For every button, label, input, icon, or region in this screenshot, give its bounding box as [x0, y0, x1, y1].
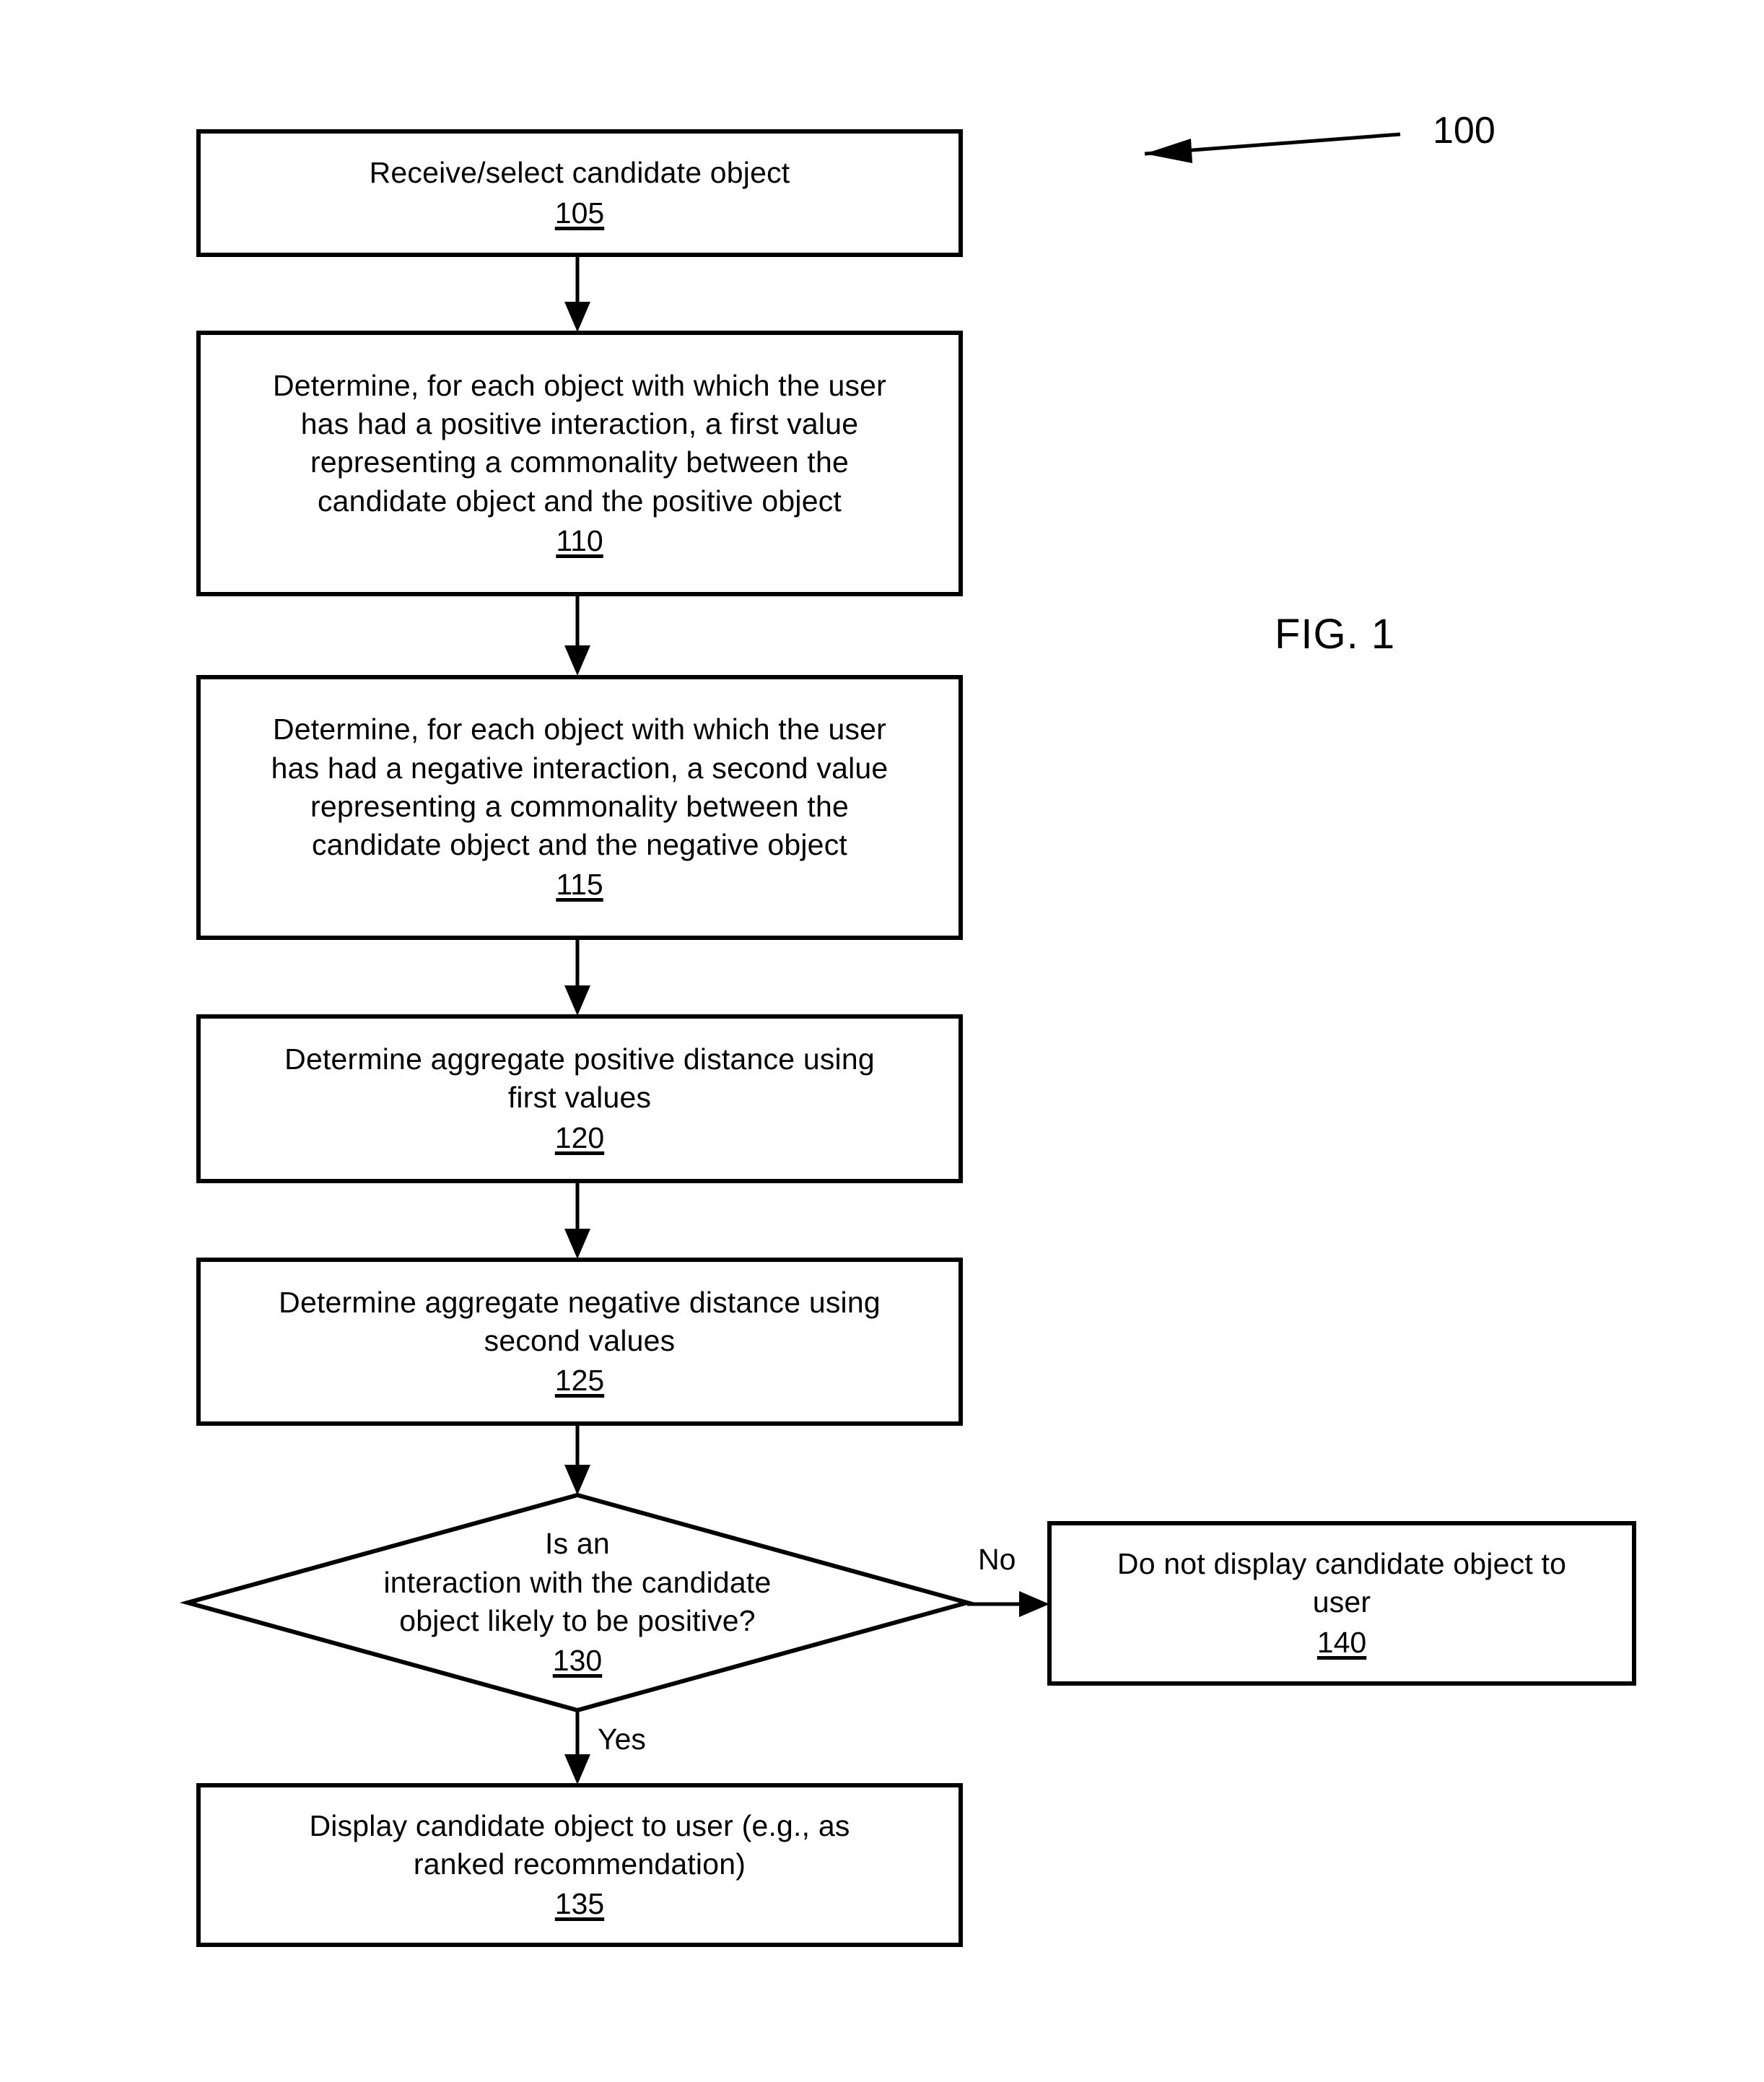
- flow-node-140[interactable]: Do not display candidate object to user …: [1047, 1521, 1636, 1686]
- connector-130-to-135: [564, 1711, 590, 1785]
- flow-node-125[interactable]: Determine aggregate negative distance us…: [196, 1258, 963, 1426]
- edge-label-no: No: [978, 1543, 1016, 1576]
- flow-node-115-text: Determine, for each object with which th…: [271, 713, 888, 862]
- flow-node-105[interactable]: Receive/select candidate object 105: [196, 129, 963, 257]
- flow-node-135[interactable]: Display candidate object to user (e.g., …: [196, 1783, 963, 1947]
- decision-diamond-shape: [179, 1492, 976, 1713]
- flow-node-125-text: Determine aggregate negative distance us…: [279, 1285, 881, 1357]
- flow-node-135-text: Display candidate object to user (e.g., …: [309, 1808, 850, 1881]
- flow-node-125-ref: 125: [554, 1364, 605, 1398]
- reference-numeral-100: 100: [1433, 110, 1496, 152]
- flow-node-120-text: Determine aggregate positive distance us…: [284, 1042, 875, 1115]
- flow-node-105-text: Receive/select candidate object: [369, 156, 790, 190]
- flow-node-120[interactable]: Determine aggregate positive distance us…: [196, 1014, 963, 1183]
- connector-130-to-140: [967, 1591, 1049, 1617]
- connector-120-to-125: [564, 1183, 590, 1259]
- flow-node-120-ref: 120: [554, 1120, 605, 1154]
- flow-node-130[interactable]: Is an interaction with the candidate obj…: [179, 1492, 976, 1713]
- flow-node-115-ref: 115: [556, 868, 603, 902]
- flow-node-110-text: Determine, for each object with which th…: [272, 368, 887, 518]
- connector-125-to-130: [564, 1426, 590, 1495]
- flow-node-110[interactable]: Determine, for each object with which th…: [196, 331, 963, 596]
- flow-node-115[interactable]: Determine, for each object with which th…: [196, 675, 963, 940]
- flow-node-135-ref: 135: [554, 1887, 605, 1921]
- figure-label: FIG. 1: [1275, 611, 1396, 658]
- connector-115-to-120: [564, 940, 590, 1016]
- figure-canvas: 100 FIG. 1 Receive/select candidate obje…: [0, 0, 1764, 2082]
- reference-leader-arrow: [1144, 132, 1401, 163]
- connector-105-to-110: [564, 257, 590, 332]
- flow-node-110-ref: 110: [556, 523, 603, 557]
- edge-label-yes: Yes: [598, 1722, 646, 1756]
- connector-110-to-115: [564, 596, 590, 676]
- flow-node-140-text: Do not display candidate object to user: [1117, 1547, 1567, 1619]
- flow-node-140-ref: 140: [1317, 1625, 1367, 1659]
- flow-node-105-ref: 105: [554, 196, 605, 230]
